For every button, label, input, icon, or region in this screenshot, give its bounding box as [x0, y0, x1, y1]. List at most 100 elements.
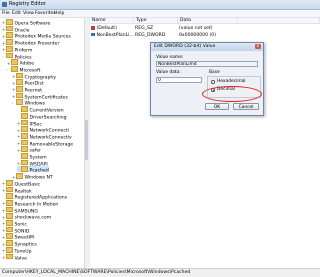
registry-editor-icon: [2, 2, 7, 7]
tree-item[interactable]: + TuneUp: [2, 246, 32, 254]
edit-dword-dialog: Edit DWORD (32-bit) Value x Value name: …: [150, 42, 264, 116]
column-header-name[interactable]: Name: [90, 18, 134, 24]
tree-item[interactable]: + Piriform: [2, 45, 32, 53]
folder-icon: [16, 99, 23, 106]
tree-item[interactable]: Pcached: [17, 166, 49, 174]
menu-edit[interactable]: Edit: [12, 10, 21, 17]
dword-value-icon: [91, 32, 95, 36]
base-label: Base: [209, 70, 220, 75]
value-name-text: (Default): [96, 26, 117, 32]
tree-item[interactable]: + Realtek: [2, 186, 32, 194]
folder-icon: [6, 253, 13, 260]
folder-icon: [11, 65, 18, 72]
column-header-type[interactable]: Type: [134, 18, 178, 24]
folder-icon: [6, 179, 13, 186]
value-data-label: Value data:: [156, 70, 181, 75]
tree-item[interactable]: + SAMSUNG: [2, 206, 38, 214]
tree-item[interactable]: + Opera Software: [2, 19, 50, 26]
folder-icon: [6, 220, 13, 226]
folder-icon: [21, 106, 28, 112]
tree-item[interactable]: + Photodex Media Sources: [2, 32, 71, 40]
folder-icon: [16, 92, 23, 99]
menu-file[interactable]: File: [2, 10, 10, 17]
folder-icon: [6, 186, 13, 193]
tree-item[interactable]: + Photodex Presenter: [2, 39, 59, 47]
folder-icon: [21, 139, 28, 146]
folder-icon: [11, 59, 18, 65]
tree-item[interactable]: + Oracle: [2, 25, 29, 33]
folder-icon: [21, 132, 28, 139]
title-bar: Registry Editor: [0, 0, 320, 10]
tree-item[interactable]: + WSDAPI: [17, 159, 48, 167]
value-row-type: REG_SZ: [135, 26, 154, 31]
value-name-text: NonBestPlanLi...: [96, 32, 134, 38]
tree-item[interactable]: + Sonic: [2, 220, 27, 227]
folder-icon: [6, 32, 13, 39]
folder-icon: [16, 79, 23, 86]
folder-icon: [6, 213, 13, 220]
tree-item[interactable]: - Microsoft: [7, 65, 40, 73]
value-data-field[interactable]: 0: [156, 77, 202, 83]
tree-item[interactable]: + Adobe: [7, 59, 34, 67]
tree-item[interactable]: + Windows NT: [12, 173, 53, 181]
tree-item[interactable]: + NetworkConnecti: [17, 126, 69, 134]
tree-item[interactable]: + Valve: [2, 253, 27, 261]
value-row-data: (value not set): [179, 26, 213, 31]
close-icon[interactable]: x: [255, 44, 261, 49]
value-row-name[interactable]: (Default): [91, 26, 117, 32]
tree-item[interactable]: + QuestBasic: [2, 179, 40, 187]
tree-item[interactable]: System: [17, 153, 47, 160]
tree-item-label: Valve: [14, 255, 27, 261]
tree-item[interactable]: - Policies: [2, 52, 32, 60]
tree-item[interactable]: + RemovableStorage: [17, 139, 73, 147]
registry-key-tree: + Opera Software + Oracle + Photodex Media So…: [0, 18, 85, 268]
tree-item[interactable]: CurrentVersion: [17, 106, 64, 114]
string-value-icon: [91, 26, 95, 30]
folder-icon: [21, 153, 28, 159]
folder-icon: [6, 19, 13, 25]
tree-item[interactable]: + SweetIM: [2, 233, 34, 241]
folder-icon: [6, 45, 13, 52]
menu-help[interactable]: Help: [54, 10, 64, 17]
tree-item[interactable]: + shockwave.com: [2, 213, 51, 221]
cancel-button[interactable]: Cancel: [233, 103, 259, 110]
value-row-name[interactable]: NonBestPlanLi...: [91, 32, 134, 39]
menu-view[interactable]: View: [23, 10, 34, 17]
tree-item[interactable]: + IPSec: [17, 119, 42, 127]
folder-icon: [16, 173, 23, 179]
tree-scrollbar-thumb[interactable]: [85, 120, 88, 160]
menu-favorites[interactable]: Favorites: [35, 10, 56, 17]
folder-icon: [6, 240, 13, 246]
tree-item[interactable]: DriverSearching: [17, 112, 67, 120]
tree-item[interactable]: RegisteredApplications: [2, 193, 67, 201]
folder-icon: [6, 52, 13, 59]
tree-item[interactable]: - Windows: [12, 99, 45, 107]
folder-icon: [6, 246, 13, 253]
tree-item[interactable]: + PeerDist: [12, 79, 44, 87]
folder-icon: [6, 199, 13, 206]
folder-icon: [6, 193, 13, 199]
folder-icon: [21, 126, 28, 132]
tree-item[interactable]: + NetworkConnectiv: [17, 132, 72, 140]
ok-button[interactable]: OK: [205, 103, 229, 110]
folder-icon: [6, 233, 13, 240]
window-title: Registry Editor: [9, 1, 46, 7]
folder-icon: [6, 25, 13, 32]
tree-item[interactable]: + Research In Motion: [2, 199, 58, 207]
tree-item[interactable]: + SONID: [2, 226, 29, 234]
column-header-data[interactable]: Data: [178, 18, 238, 24]
hexadecimal-label[interactable]: Hexadecimal: [217, 79, 246, 84]
value-row-data: 0x00000000 (0): [179, 32, 216, 38]
tree-item[interactable]: + Synaptics: [2, 240, 37, 248]
folder-icon: [21, 119, 28, 126]
tree-item[interactable]: + SystemCertificates: [12, 92, 68, 100]
dialog-title: Edit DWORD (32-bit) Value: [154, 44, 216, 49]
folder-icon: [21, 159, 28, 166]
status-path: Computer\HKEY_LOCAL_MACHINE\SOFTWARE\Pol…: [2, 270, 191, 275]
tree-item[interactable]: + Peernet: [12, 86, 42, 93]
folder-icon: [21, 146, 28, 153]
tree-item[interactable]: + Cryptography: [12, 72, 56, 80]
tree-item[interactable]: + safer: [17, 146, 41, 154]
hexadecimal-radio[interactable]: [211, 80, 215, 84]
value-name-field[interactable]: NonBestPlanLimit: [156, 61, 258, 67]
